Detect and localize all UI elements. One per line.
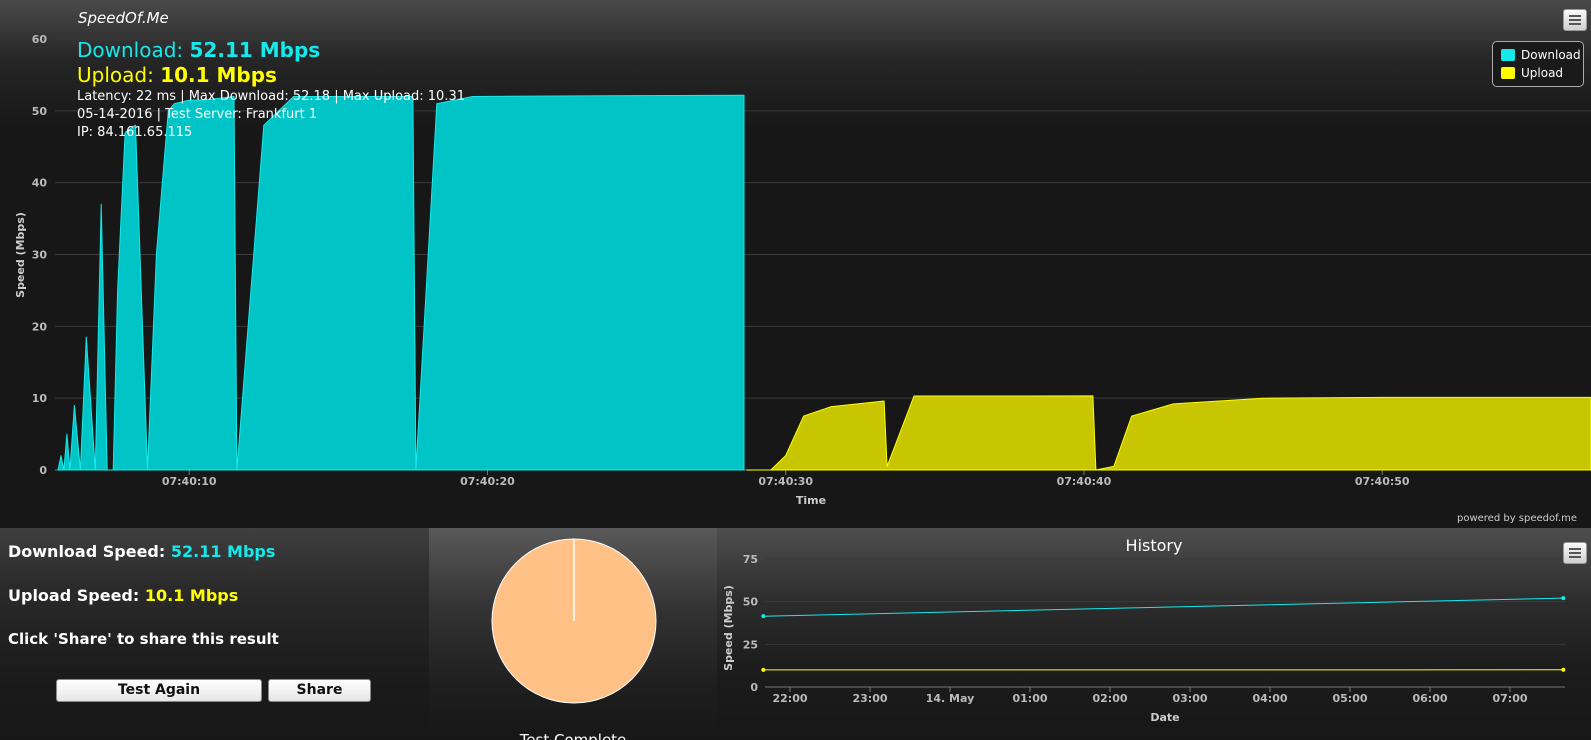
result-info-panel: Download Speed: 52.11 Mbps Upload Speed:… bbox=[0, 528, 429, 740]
history-y-axis-title: Speed (Mbps) bbox=[722, 585, 735, 671]
upload-speed-line: Upload Speed: 10.1 Mbps bbox=[8, 586, 238, 605]
summary-download-value: 52.11 Mbps bbox=[189, 38, 321, 62]
history-point-download bbox=[1561, 596, 1566, 601]
history-point-download bbox=[761, 614, 766, 619]
download-speed-label: Download Speed: bbox=[8, 542, 166, 561]
history-line-download bbox=[763, 597, 1564, 617]
summary-upload: Upload: 10.1 Mbps bbox=[77, 65, 465, 90]
history-menu-button[interactable] bbox=[1563, 542, 1587, 564]
test-again-button[interactable]: Test Again bbox=[56, 679, 262, 702]
summary-download: Download: 52.11 Mbps bbox=[77, 40, 465, 65]
share-hint: Click 'Share' to share this result bbox=[8, 630, 279, 648]
x-tick-label: 07:40:30 bbox=[758, 475, 813, 488]
upload-speed-value: 10.1 Mbps bbox=[144, 586, 239, 605]
history-x-tick-label: 07:00 bbox=[1492, 692, 1527, 705]
legend-swatch-upload bbox=[1501, 67, 1515, 79]
x-tick-label: 07:40:10 bbox=[162, 475, 217, 488]
history-x-tick-label: 14. May bbox=[926, 692, 975, 705]
x-tick-label: 07:40:40 bbox=[1057, 475, 1112, 488]
legend-item-download[interactable]: Download bbox=[1501, 46, 1583, 64]
progress-pie-panel: Test Complete bbox=[429, 528, 717, 740]
y-tick-label: 60 bbox=[32, 33, 48, 46]
progress-pie bbox=[491, 538, 657, 704]
test-status-label: Test Complete bbox=[519, 731, 627, 740]
speed-chart-panel: 0 10 20 30 40 50 60 07:40:10 07:40:20 07:40:30 07:… bbox=[0, 0, 1591, 528]
result-summary: Download: 52.11 Mbps Upload: 10.1 Mbps L… bbox=[77, 40, 465, 144]
download-speed-line: Download Speed: 52.11 Mbps bbox=[8, 542, 275, 561]
history-panel: 0 25 50 75 22:00 23:00 14. May 01:00 02:00 03:00 0… bbox=[717, 528, 1591, 740]
history-x-tick-label: 01:00 bbox=[1012, 692, 1047, 705]
legend-item-upload[interactable]: Upload bbox=[1501, 64, 1583, 82]
date-server-line: 05-14-2016 | Test Server: Frankfurt 1 bbox=[77, 107, 318, 122]
share-button[interactable]: Share bbox=[268, 679, 371, 702]
history-x-tick-label: 06:00 bbox=[1412, 692, 1447, 705]
y-axis-title: Speed (Mbps) bbox=[14, 212, 27, 298]
series-area-download bbox=[57, 94, 745, 471]
x-axis-title: Time bbox=[796, 494, 826, 507]
history-y-tick-label: 0 bbox=[750, 681, 758, 694]
history-chart: 025507522:00 23:00 14. May 01:00 02:00 03:00 0… bbox=[722, 553, 1566, 724]
y-tick-label: 20 bbox=[32, 320, 48, 333]
history-point-upload bbox=[761, 667, 766, 672]
series-area-upload bbox=[746, 395, 1591, 471]
ip-line: IP: 84.161.65.115 bbox=[77, 125, 193, 140]
history-x-tick-label: 04:00 bbox=[1252, 692, 1287, 705]
x-tick-label: 07:40:20 bbox=[460, 475, 515, 488]
history-x-axis-title: Date bbox=[1150, 711, 1179, 724]
brand-title: SpeedOf.Me bbox=[78, 9, 169, 27]
y-tick-label: 0 bbox=[39, 464, 47, 477]
history-x-tick-label: 05:00 bbox=[1332, 692, 1367, 705]
history-point-upload bbox=[1561, 667, 1566, 672]
summary-upload-value: 10.1 Mbps bbox=[160, 63, 277, 87]
summary-upload-label: Upload: bbox=[77, 63, 154, 87]
history-x-tick-label: 02:00 bbox=[1092, 692, 1127, 705]
latency-line: Latency: 22 ms | Max Download: 52.18 | M… bbox=[77, 89, 465, 104]
powered-by-link[interactable]: powered by speedof.me bbox=[1457, 513, 1577, 524]
hamburger-icon bbox=[1569, 548, 1581, 550]
legend-swatch-download bbox=[1501, 49, 1515, 61]
legend-label-upload: Upload bbox=[1521, 66, 1564, 80]
history-title: History bbox=[1125, 536, 1183, 555]
history-y-tick-label: 50 bbox=[743, 596, 759, 609]
y-tick-label: 30 bbox=[32, 249, 48, 262]
summary-download-label: Download: bbox=[77, 38, 184, 62]
chart-legend: Download Upload bbox=[1492, 41, 1584, 87]
history-x-tick-label: 03:00 bbox=[1172, 692, 1207, 705]
upload-speed-label: Upload Speed: bbox=[8, 586, 140, 605]
y-tick-label: 50 bbox=[32, 105, 48, 118]
history-y-tick-label: 25 bbox=[743, 638, 758, 651]
download-speed-value: 52.11 Mbps bbox=[170, 542, 276, 561]
history-x-tick-label: 22:00 bbox=[772, 692, 807, 705]
y-tick-label: 40 bbox=[32, 177, 48, 190]
speedtest-app: 0 10 20 30 40 50 60 07:40:10 07:40:20 07:40:30 07:… bbox=[0, 0, 1591, 740]
y-tick-label: 10 bbox=[32, 392, 48, 405]
chart-menu-button[interactable] bbox=[1563, 9, 1587, 31]
legend-label-download: Download bbox=[1521, 48, 1581, 62]
hamburger-icon bbox=[1569, 15, 1581, 17]
history-x-tick-label: 23:00 bbox=[852, 692, 887, 705]
x-tick-label: 07:40:50 bbox=[1355, 475, 1410, 488]
